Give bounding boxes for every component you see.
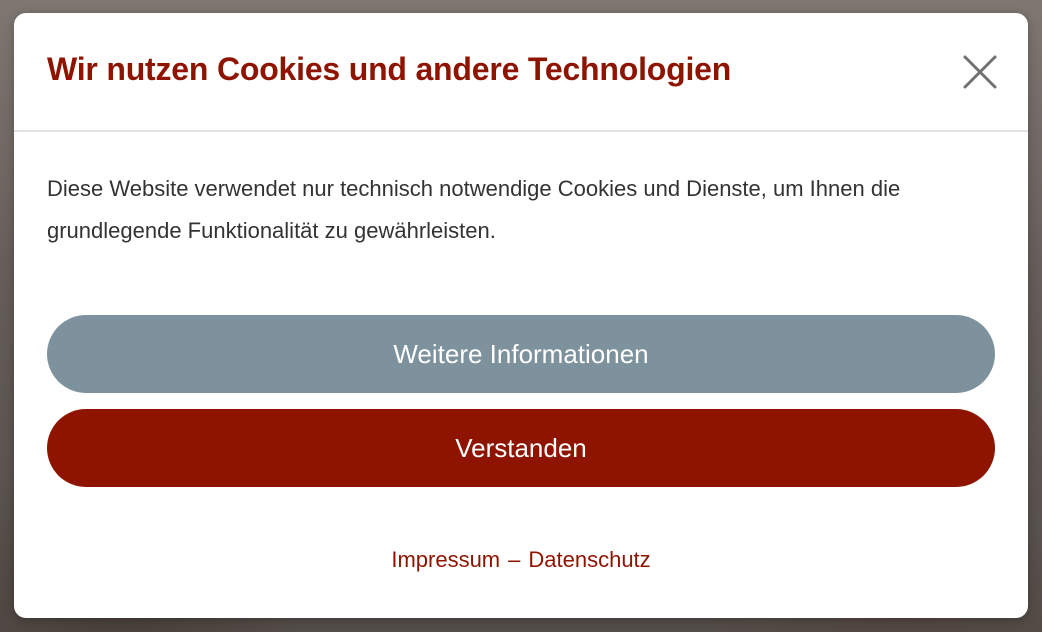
imprint-link[interactable]: Impressum: [391, 547, 500, 572]
dialog-header: Wir nutzen Cookies und andere Technologi…: [14, 13, 1028, 132]
cookie-consent-dialog: Wir nutzen Cookies und andere Technologi…: [14, 13, 1028, 618]
footer-links: Impressum – Datenschutz: [14, 547, 1028, 573]
footer-separator: –: [508, 547, 521, 572]
privacy-link[interactable]: Datenschutz: [528, 547, 650, 572]
accept-button[interactable]: Verstanden: [47, 409, 995, 487]
close-button[interactable]: [962, 54, 998, 90]
dialog-title: Wir nutzen Cookies und andere Technologi…: [47, 51, 732, 87]
dialog-body-text: Diese Website verwendet nur technisch no…: [47, 176, 901, 243]
close-icon: [963, 55, 997, 89]
more-info-button[interactable]: Weitere Informationen: [47, 315, 995, 393]
